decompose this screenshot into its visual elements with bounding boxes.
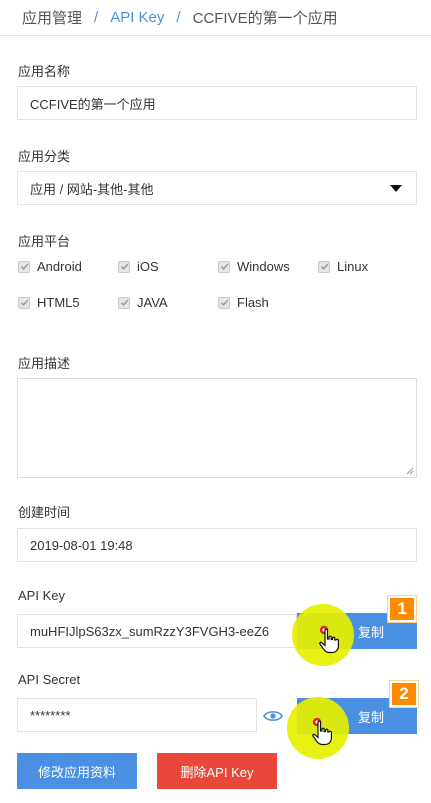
breadcrumb-current-app: CCFIVE的第一个应用: [192, 10, 338, 27]
checkbox-check-icon: [118, 296, 130, 309]
hand-cursor-icon: [312, 720, 332, 746]
app-name-input[interactable]: CCFIVE的第一个应用: [17, 86, 417, 120]
app-platform-label: 应用平台: [18, 234, 71, 249]
platform-label: Windows: [237, 259, 290, 274]
api-secret-field[interactable]: ********: [17, 698, 257, 732]
breadcrumb-api-key[interactable]: API Key: [110, 9, 164, 26]
app-category-select[interactable]: 应用 / 网站-其他-其他: [17, 171, 417, 205]
copy-label: 复制: [357, 624, 384, 640]
platform-checkbox-flash[interactable]: Flash: [218, 295, 269, 310]
edit-app-button[interactable]: 修改应用资料: [17, 753, 137, 789]
platform-checkbox-windows[interactable]: Windows: [218, 259, 290, 274]
eye-icon[interactable]: [263, 709, 283, 723]
step-badge-1: 1: [388, 596, 416, 622]
breadcrumb-separator: /: [94, 9, 99, 26]
app-description-textarea[interactable]: [17, 378, 417, 478]
platform-checkbox-linux[interactable]: Linux: [318, 259, 368, 274]
breadcrumb-app-management[interactable]: 应用管理: [22, 7, 82, 28]
chevron-down-icon: [390, 184, 402, 192]
app-description-label: 应用描述: [18, 356, 71, 371]
platform-label: Linux: [337, 259, 369, 274]
platform-label: JAVA: [137, 295, 168, 310]
platform-label: Android: [37, 259, 82, 274]
resize-handle-icon[interactable]: [406, 467, 414, 475]
app-name-label: 应用名称: [18, 64, 71, 79]
platform-checkbox-java[interactable]: JAVA: [118, 295, 168, 310]
created-time-field: 2019-08-01 19:48: [17, 528, 417, 562]
api-key-field[interactable]: muHFIJlpS63zx_sumRzzY3FVGH3-eeZ6: [17, 614, 297, 648]
checkbox-check-icon: [218, 260, 230, 273]
app-category-label: 应用分类: [18, 149, 71, 164]
platform-label: HTML5: [37, 295, 80, 310]
breadcrumb-separator: /: [176, 9, 181, 26]
breadcrumb: 应用管理 / API Key / CCFIVE的第一个应用: [0, 0, 431, 36]
checkbox-check-icon: [118, 260, 130, 273]
delete-api-key-button[interactable]: 删除API Key: [157, 753, 277, 789]
platform-label: iOS: [137, 259, 159, 274]
checkbox-check-icon: [218, 296, 230, 309]
platform-checkbox-html5[interactable]: HTML5: [18, 295, 80, 310]
platform-checkbox-android[interactable]: Android: [18, 259, 82, 274]
checkbox-check-icon: [18, 260, 30, 273]
platform-checkbox-ios[interactable]: iOS: [118, 259, 159, 274]
copy-label: 复制: [357, 709, 384, 725]
api-key-label: API Key: [18, 588, 65, 603]
checkbox-check-icon: [318, 260, 330, 273]
hand-cursor-icon: [319, 628, 339, 654]
created-time-label: 创建时间: [18, 505, 71, 520]
step-badge-2: 2: [390, 681, 418, 707]
api-secret-label: API Secret: [18, 672, 81, 687]
checkbox-check-icon: [18, 296, 30, 309]
platform-label: Flash: [237, 295, 269, 310]
app-category-value: 应用 / 网站-其他-其他: [30, 181, 154, 197]
